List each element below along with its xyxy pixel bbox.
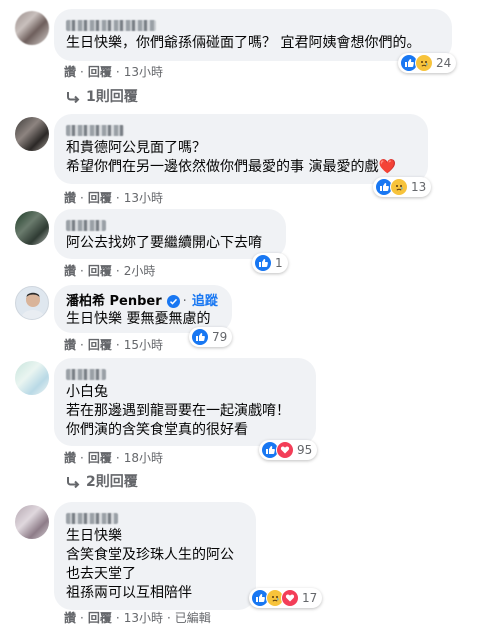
profile-photo-icon bbox=[20, 292, 46, 319]
like-button[interactable]: 讚 bbox=[64, 190, 76, 206]
reaction-summary[interactable]: 17 bbox=[249, 588, 323, 608]
timestamp[interactable]: 15小時 bbox=[124, 337, 163, 353]
reaction-count: 13 bbox=[411, 180, 427, 194]
avatar[interactable] bbox=[15, 286, 49, 320]
sad-icon bbox=[390, 178, 408, 196]
timestamp[interactable]: 13小時 bbox=[124, 64, 163, 80]
timestamp[interactable]: 13小時 bbox=[124, 610, 163, 626]
view-replies-link[interactable]: 2則回覆 bbox=[66, 472, 138, 492]
reply-button[interactable]: 回覆 bbox=[88, 64, 112, 80]
reaction-summary[interactable]: 95 bbox=[259, 440, 318, 460]
author-name[interactable]: 潘柏希 Penber · 追蹤 bbox=[66, 293, 220, 310]
verified-badge-icon bbox=[166, 295, 180, 308]
reply-button[interactable]: 回覆 bbox=[88, 263, 112, 279]
author-name[interactable] bbox=[66, 510, 244, 527]
comment-bubble: 潘柏希 Penber · 追蹤 生日快樂 要無憂無慮的 bbox=[54, 285, 232, 333]
comment-text: 希望你們在另一邊依然做你們最愛的事 演最愛的戲❤️ bbox=[66, 159, 396, 175]
replies-count-label: 1則回覆 bbox=[86, 89, 138, 105]
comment-text: 你們演的含笑食堂真的很好看 bbox=[66, 422, 248, 438]
view-replies-link[interactable]: 1則回覆 bbox=[66, 87, 138, 107]
comment-actions: 讚 · 回覆 · 2小時 bbox=[64, 263, 156, 279]
like-button[interactable]: 讚 bbox=[64, 610, 76, 626]
comment-bubble: 和貴德阿公見面了嗎？ 希望你們在另一邊依然做你們最愛的事 演最愛的戲❤️ bbox=[54, 114, 428, 184]
reply-button[interactable]: 回覆 bbox=[88, 190, 112, 206]
author-name[interactable] bbox=[66, 366, 304, 383]
reaction-count: 17 bbox=[302, 591, 318, 605]
like-icon bbox=[191, 328, 209, 346]
reaction-count: 95 bbox=[297, 443, 313, 457]
comment-text: 含笑食堂及珍珠人生的阿公 bbox=[66, 547, 234, 563]
author-name[interactable] bbox=[66, 122, 416, 139]
avatar[interactable] bbox=[15, 117, 49, 151]
like-button[interactable]: 讚 bbox=[64, 263, 76, 279]
comment-bubble: 小白兔 若在那邊遇到龍哥要在一起演戲唷！ 你們演的含笑食堂真的很好看 bbox=[54, 358, 316, 446]
timestamp[interactable]: 13小時 bbox=[124, 190, 163, 206]
comment-text: 小白兔 bbox=[66, 384, 108, 400]
comment-text: 也去天堂了 bbox=[66, 566, 136, 582]
reply-button[interactable]: 回覆 bbox=[88, 450, 112, 466]
comment-text: 祖孫兩可以互相陪伴 bbox=[66, 585, 192, 601]
like-icon bbox=[254, 254, 272, 272]
comment-text: 生日快樂，你們爺孫倆碰面了嗎？ 宜君阿姨會想你們的。 bbox=[66, 35, 421, 51]
sad-icon bbox=[415, 54, 433, 72]
timestamp[interactable]: 18小時 bbox=[124, 450, 163, 466]
comment-actions: 讚 · 回覆 · 13小時 bbox=[64, 64, 163, 80]
comment-text: 阿公去找妳了要繼續開心下去唷 bbox=[66, 235, 262, 251]
reaction-count: 24 bbox=[436, 56, 452, 70]
reply-arrow-icon bbox=[67, 477, 80, 488]
reaction-summary[interactable]: 13 bbox=[373, 177, 432, 197]
love-icon bbox=[281, 589, 299, 607]
like-button[interactable]: 讚 bbox=[64, 337, 76, 353]
replies-count-label: 2則回覆 bbox=[86, 474, 138, 490]
author-name[interactable] bbox=[66, 217, 274, 234]
reply-arrow-icon bbox=[67, 92, 80, 103]
like-button[interactable]: 讚 bbox=[64, 450, 76, 466]
avatar[interactable] bbox=[15, 361, 49, 395]
reply-button[interactable]: 回覆 bbox=[88, 610, 112, 626]
like-button[interactable]: 讚 bbox=[64, 64, 76, 80]
comment-bubble: 阿公去找妳了要繼續開心下去唷 bbox=[54, 209, 286, 259]
timestamp[interactable]: 2小時 bbox=[124, 263, 156, 279]
avatar[interactable] bbox=[15, 211, 49, 245]
comment-bubble: 生日快樂，你們爺孫倆碰面了嗎？ 宜君阿姨會想你們的。 bbox=[54, 9, 452, 61]
comment-text: 若在那邊遇到龍哥要在一起演戲唷！ bbox=[66, 403, 290, 419]
author-name[interactable] bbox=[66, 17, 440, 34]
comment-actions: 讚 · 回覆 · 13小時 bbox=[64, 190, 163, 206]
avatar[interactable] bbox=[15, 11, 49, 45]
reaction-count: 1 bbox=[275, 256, 283, 270]
comment-actions: 讚 · 回覆 · 15小時 bbox=[64, 337, 163, 353]
reaction-summary[interactable]: 1 bbox=[252, 253, 288, 273]
comment-text: 生日快樂 bbox=[66, 528, 122, 544]
comment-actions: 讚 · 回覆 · 18小時 bbox=[64, 450, 163, 466]
comment-bubble: 生日快樂 含笑食堂及珍珠人生的阿公 也去天堂了 祖孫兩可以互相陪伴 bbox=[54, 502, 256, 610]
follow-button[interactable]: 追蹤 bbox=[192, 293, 218, 310]
reaction-summary[interactable]: 24 bbox=[398, 53, 457, 73]
edited-label[interactable]: 已編輯 bbox=[175, 610, 211, 626]
reaction-count: 79 bbox=[212, 330, 228, 344]
avatar[interactable] bbox=[15, 505, 49, 539]
comment-text: 和貴德阿公見面了嗎？ bbox=[66, 140, 206, 156]
comment-actions: 讚 · 回覆 · 13小時 · 已編輯 bbox=[64, 610, 211, 626]
love-icon bbox=[276, 441, 294, 459]
reaction-summary[interactable]: 79 bbox=[189, 327, 233, 347]
author-name-text[interactable]: 潘柏希 Penber bbox=[66, 293, 162, 310]
reply-button[interactable]: 回覆 bbox=[88, 337, 112, 353]
